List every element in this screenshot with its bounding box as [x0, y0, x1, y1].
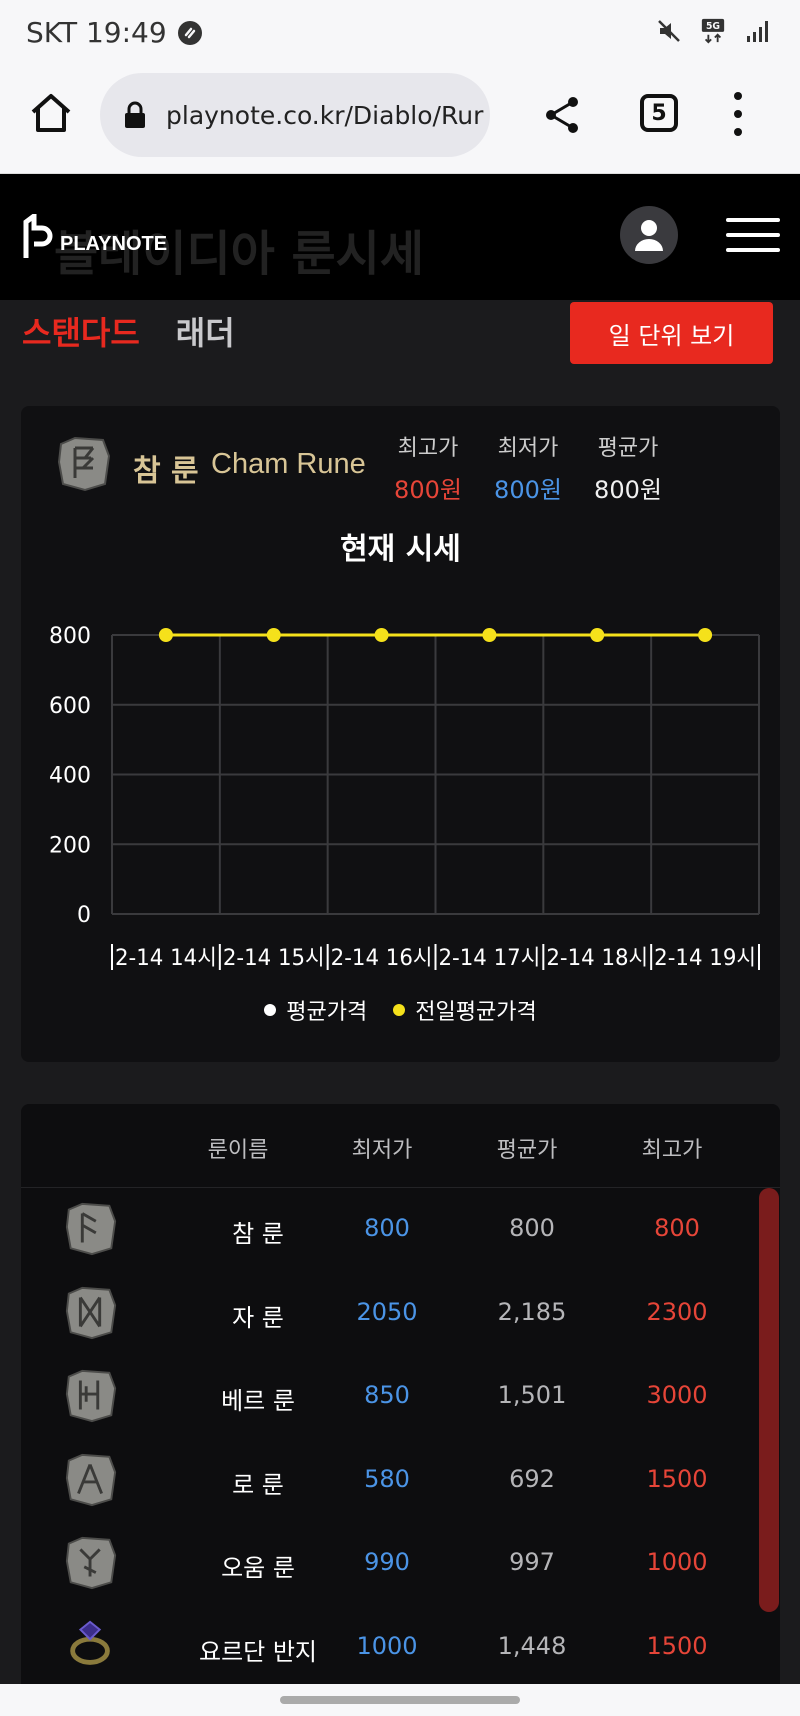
home-gesture-handle[interactable]	[280, 1696, 520, 1704]
lock-icon	[125, 101, 145, 128]
user-account-button[interactable]	[620, 206, 678, 264]
status-right: 5G	[656, 18, 770, 44]
x-tick-label: 2-14 16시	[331, 946, 433, 971]
logo-text: PLAYNOTE	[60, 233, 168, 255]
data-point[interactable]	[158, 628, 173, 642]
header-min-price: 최저가	[351, 1138, 413, 1163]
legend-item-prev-avg[interactable]: 전일평균가격	[393, 994, 537, 1026]
table-row[interactable]: 요르단 반지 1000 1,448 1500	[21, 1606, 780, 1689]
rune-price-table: 룬이름 최저가 평균가 최고가 참 룬 800 800 800 자 룬 2050 2,185…	[21, 1104, 780, 1716]
legend-dot-avg	[264, 1004, 277, 1016]
price-line-chart: 80060040020002-14 14시 2-14 15시 2-14 16시 2-1…	[49, 624, 760, 971]
row-min-price: 580	[364, 1464, 410, 1493]
system-nav-bar	[0, 1684, 800, 1716]
x-tick-label: 2-14 17시	[439, 946, 541, 971]
x-tick-label: 2-14 19시	[654, 946, 756, 971]
table-row[interactable]: 자 룬 2050 2,185 2300	[21, 1272, 780, 1355]
site-header: 블레이디아 룬시세 PLAYNOTE	[0, 174, 800, 300]
tab-switcher-button[interactable]: 5	[640, 94, 678, 132]
row-avg-price: 2,185	[497, 1297, 567, 1326]
ring-icon	[70, 1620, 110, 1665]
row-min-price: 850	[364, 1381, 410, 1409]
mode-tabs: 스탠다드 래더	[22, 308, 235, 354]
data-point[interactable]	[482, 628, 497, 642]
y-tick-label: 0	[77, 903, 91, 928]
status-bar: SKT 19:49 5G	[0, 0, 800, 68]
table-scrollbar[interactable]	[759, 1188, 779, 1612]
row-min-price: 990	[364, 1548, 410, 1576]
data-point[interactable]	[590, 628, 605, 642]
table-header: 룬이름 최저가 평균가 최고가	[21, 1104, 780, 1188]
network-label: 5G	[706, 21, 720, 32]
table-row[interactable]: 참 룬 800 800 800	[21, 1188, 780, 1271]
playnote-logo[interactable]: PLAYNOTE	[22, 214, 167, 258]
browser-toolbar: playnote.co.kr/Diablo/Rur 5	[0, 68, 800, 174]
tab-standard[interactable]: 스탠다드	[22, 308, 140, 354]
rune-price-card: 참 룬 Cham Rune 최고가 800원 최저가 800원 평균가 800원…	[21, 406, 780, 1062]
address-bar[interactable]: playnote.co.kr/Diablo/Rur	[100, 73, 490, 157]
row-min-price: 2050	[356, 1297, 418, 1326]
data-point[interactable]	[266, 628, 281, 642]
row-max-price: 3000	[646, 1381, 708, 1409]
y-tick-label: 800	[49, 624, 91, 649]
header-avg-price: 평균가	[496, 1138, 558, 1163]
legend-dot-prev-avg	[393, 1004, 406, 1016]
user-icon	[635, 220, 663, 251]
tab-ladder[interactable]: 래더	[176, 308, 235, 354]
shazam-icon	[177, 20, 203, 46]
x-tick-label: 2-14 14시	[115, 946, 217, 971]
logo-mark-icon	[23, 214, 53, 258]
row-max-price: 1500	[646, 1631, 708, 1660]
rune-icon	[65, 1202, 117, 1256]
network-5g-icon: 5G	[700, 18, 726, 44]
signal-icon	[744, 18, 770, 44]
x-tick-label: 2-14 18시	[546, 946, 648, 971]
row-avg-price: 692	[509, 1464, 555, 1493]
rune-icon	[65, 1286, 117, 1339]
data-point[interactable]	[374, 628, 389, 642]
mute-icon	[656, 18, 682, 44]
status-left: SKT 19:49	[26, 16, 203, 49]
row-avg-price: 800	[509, 1214, 555, 1242]
hamburger-menu-icon[interactable]	[726, 218, 780, 252]
browser-menu-icon[interactable]	[728, 92, 748, 136]
carrier-time: SKT 19:49	[26, 16, 167, 49]
legend-label-prev-avg: 전일평균가격	[415, 1000, 537, 1025]
row-avg-price: 1,501	[497, 1381, 567, 1409]
header-rune-name: 룬이름	[207, 1138, 269, 1163]
rune-icon	[65, 1536, 117, 1590]
row-avg-price: 1,448	[497, 1631, 567, 1660]
table-row[interactable]: 로 룬 580 692 1500	[21, 1439, 780, 1522]
table-row[interactable]: 오움 룬 990 997 1000	[21, 1522, 780, 1605]
row-min-price: 800	[364, 1214, 410, 1242]
daily-view-button[interactable]: 일 단위 보기	[570, 302, 773, 364]
share-icon[interactable]	[542, 94, 584, 136]
row-min-price: 1000	[356, 1631, 418, 1660]
table-row[interactable]: 베르 룬 850 1,501 3000	[21, 1355, 780, 1438]
row-max-price: 1000	[646, 1548, 708, 1576]
legend-item-avg[interactable]: 평균가격	[264, 994, 367, 1026]
legend-label-avg: 평균가격	[286, 1000, 368, 1025]
y-tick-label: 600	[49, 694, 91, 719]
rune-icon	[65, 1453, 117, 1506]
url-text: playnote.co.kr/Diablo/Rur	[166, 100, 484, 130]
chart-legend: 평균가격 전일평균가격	[21, 994, 780, 1026]
home-icon[interactable]	[28, 90, 74, 136]
rune-icon	[65, 1369, 117, 1423]
x-tick-label: 2-14 15시	[223, 946, 325, 971]
row-max-price: 1500	[646, 1464, 708, 1493]
row-max-price: 2300	[646, 1297, 708, 1326]
y-tick-label: 400	[49, 764, 91, 789]
data-point[interactable]	[698, 628, 713, 642]
header-max-price: 최고가	[641, 1138, 703, 1163]
y-tick-label: 200	[49, 833, 91, 858]
row-max-price: 800	[654, 1214, 700, 1242]
row-avg-price: 997	[509, 1548, 555, 1576]
